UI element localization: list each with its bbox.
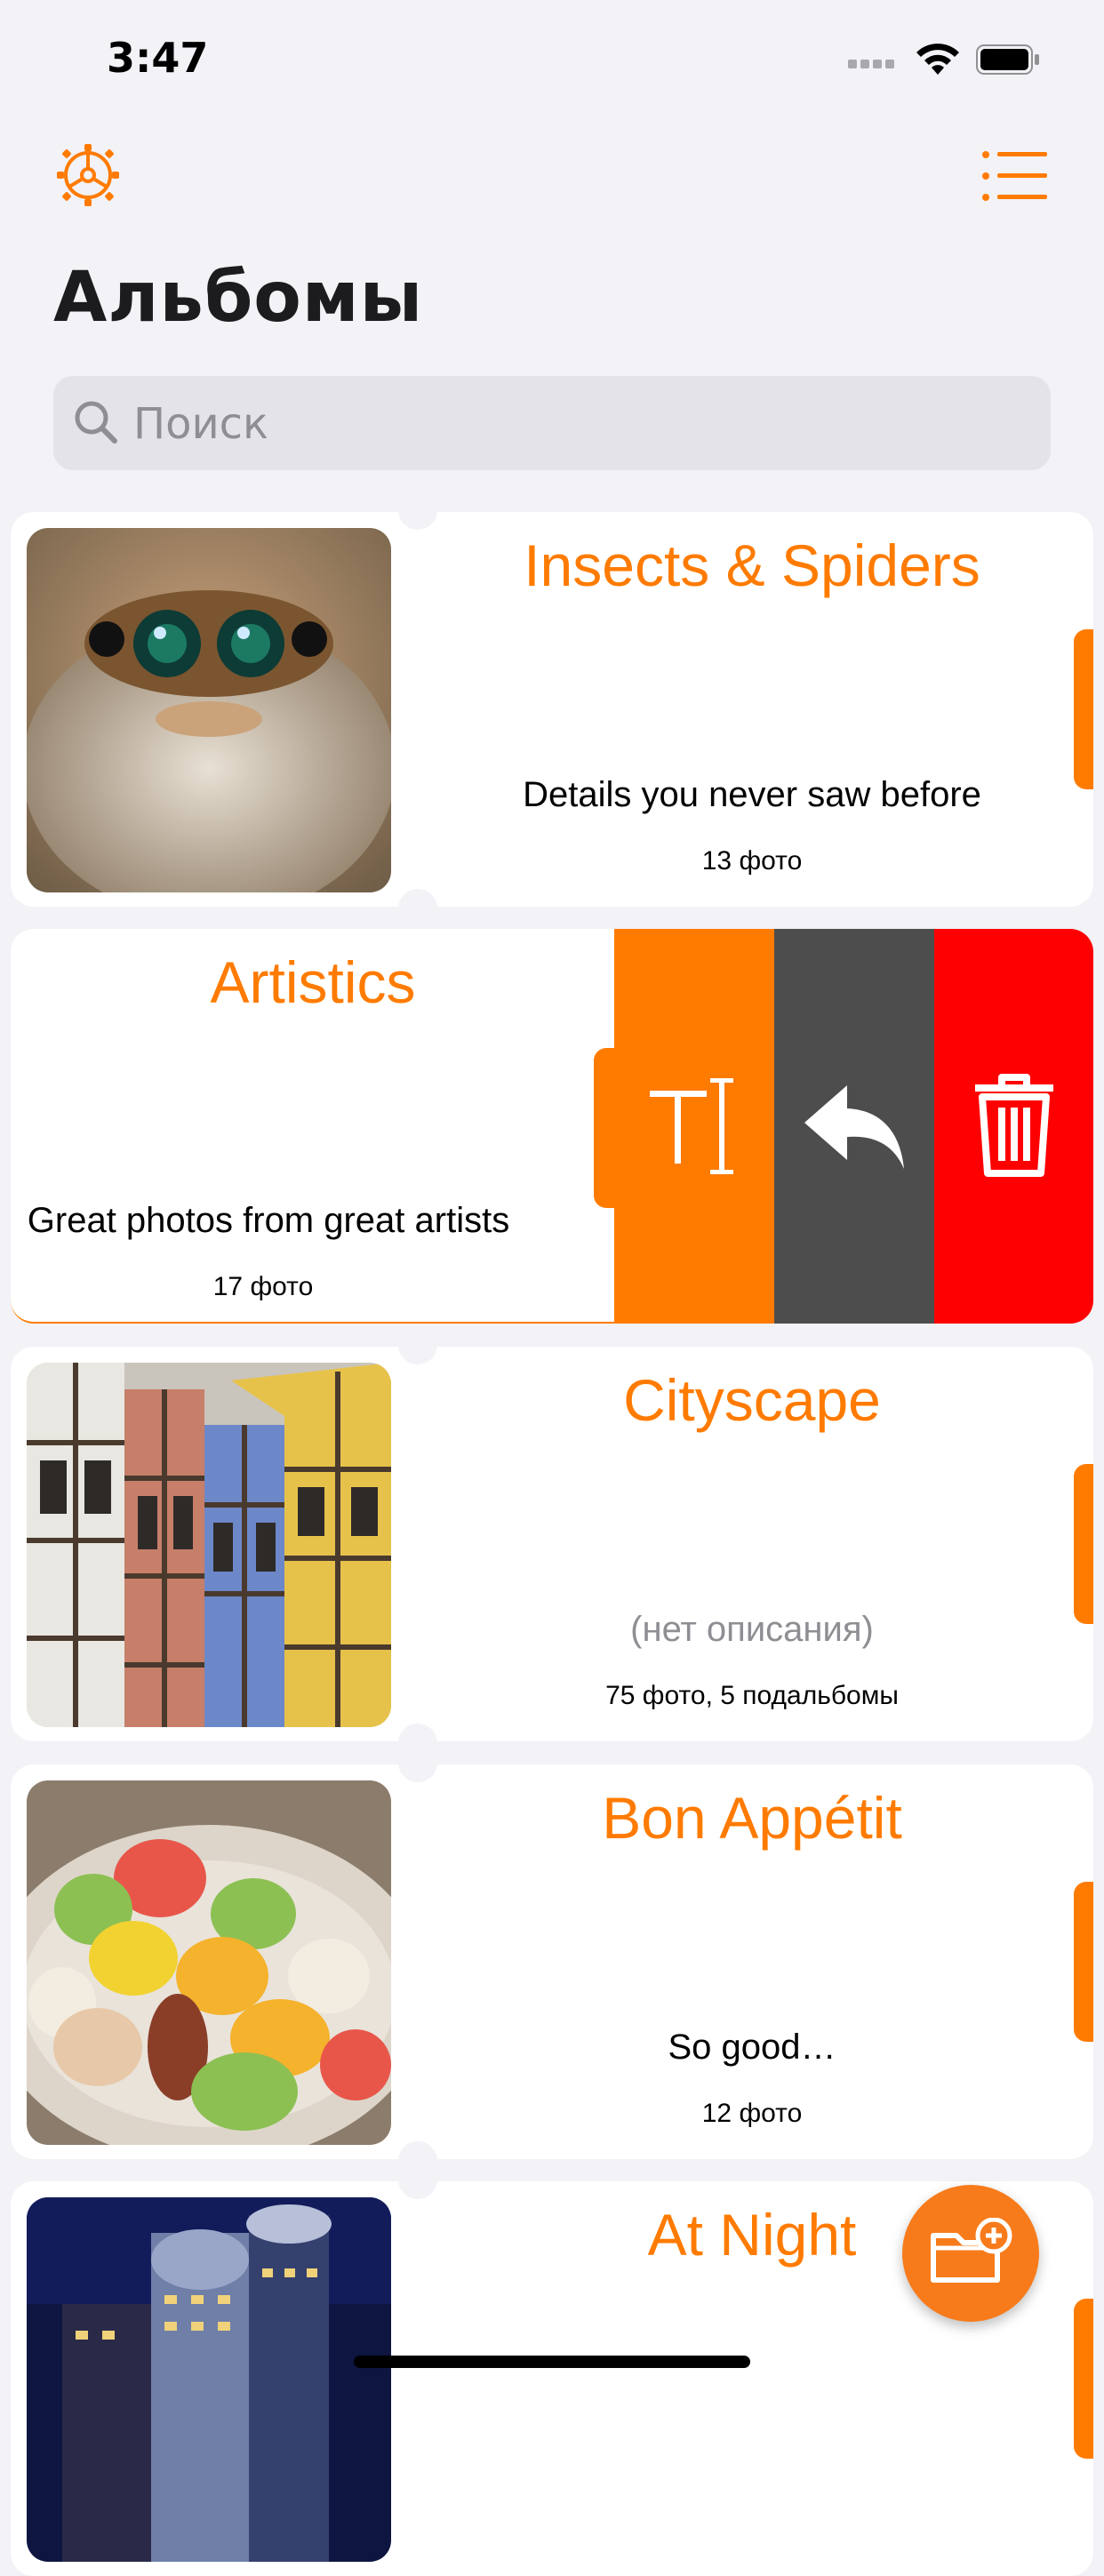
album-count: 17 фото xyxy=(212,1272,314,1301)
search-icon xyxy=(75,401,117,444)
album-card-swiped[interactable]: Artistics Great photos from great artist… xyxy=(11,929,1093,1324)
album-count: 75 фото, 5 подальбомы xyxy=(605,1681,899,1710)
album-description: So good… xyxy=(668,2028,836,2067)
cellular-signal-icon xyxy=(848,55,900,68)
album-description: Great photos from great artists xyxy=(27,1201,510,1240)
album-tab xyxy=(1074,1882,1093,2042)
album-name: Insects & Spiders xyxy=(524,532,980,598)
search-input[interactable] xyxy=(132,394,988,454)
album-card[interactable]: Bon Appétit So good… 12 фото xyxy=(11,1761,1093,2163)
album-tab xyxy=(594,1048,615,1208)
album-thumbnail xyxy=(27,1363,391,1727)
album-description: (нет описания) xyxy=(630,1610,874,1649)
home-indicator xyxy=(354,2356,750,2368)
album-name: Artistics xyxy=(210,949,416,1015)
album-count: 12 фото xyxy=(701,2099,803,2128)
page-title: Альбомы xyxy=(53,258,424,338)
status-bar: 3:47 xyxy=(0,0,1104,107)
album-count: 13 фото xyxy=(701,846,803,876)
album-description: Details you never saw before xyxy=(523,775,981,814)
search-bar[interactable] xyxy=(53,376,1051,470)
list-icon[interactable] xyxy=(981,149,1049,203)
status-time: 3:47 xyxy=(107,34,209,82)
battery-icon xyxy=(976,44,1039,75)
gear-icon[interactable] xyxy=(55,142,121,208)
wifi-icon xyxy=(916,44,959,75)
album-thumbnail xyxy=(27,2197,391,2562)
album-tab xyxy=(1074,629,1093,789)
album-card[interactable]: Cityscape (нет описания) 75 фото, 5 пода… xyxy=(11,1343,1093,1745)
album-name: Bon Appétit xyxy=(602,1785,902,1851)
trash-icon xyxy=(974,1074,1053,1177)
add-folder-icon xyxy=(931,2218,1012,2283)
album-thumbnail xyxy=(27,1780,391,2145)
album-name: Cityscape xyxy=(623,1367,881,1433)
album-card-content[interactable]: Artistics Great photos from great artist… xyxy=(11,929,615,1324)
add-album-button[interactable] xyxy=(902,2185,1039,2322)
rename-button[interactable] xyxy=(614,929,774,1324)
album-card[interactable]: Insects & Spiders Details you never saw … xyxy=(11,508,1093,910)
album-tab xyxy=(1074,1464,1093,1624)
album-tab xyxy=(1074,2299,1093,2459)
album-thumbnail xyxy=(27,528,391,892)
rename-text-icon xyxy=(650,1078,733,1174)
delete-button[interactable] xyxy=(934,929,1093,1324)
move-reply-icon xyxy=(804,1085,904,1169)
move-button[interactable] xyxy=(774,929,934,1324)
